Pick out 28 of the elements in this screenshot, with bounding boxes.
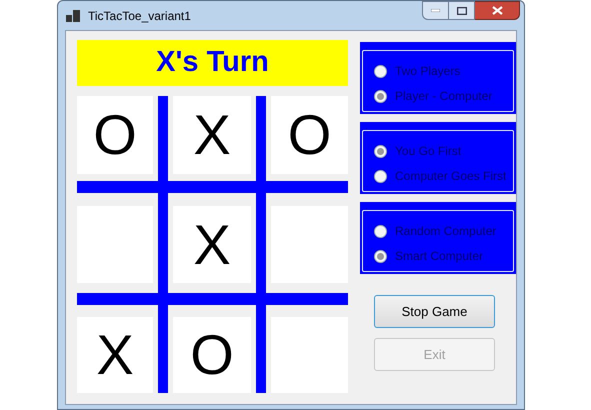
minimize-icon — [431, 9, 440, 12]
radio-button[interactable] — [374, 64, 387, 78]
board-cell[interactable]: O — [77, 96, 153, 174]
maximize-button[interactable] — [449, 1, 475, 20]
option-label: Player - Computer — [395, 88, 492, 105]
app-icon — [66, 10, 80, 22]
minimize-button[interactable] — [422, 1, 449, 20]
option-label: You Go First — [395, 143, 462, 160]
window-title: TicTacToe_variant1 — [88, 8, 191, 24]
close-icon — [492, 6, 502, 15]
board-cell[interactable]: O — [271, 96, 348, 174]
board-cell[interactable]: X — [77, 317, 153, 393]
radio-button[interactable] — [374, 90, 387, 102]
turn-label: X's Turn — [77, 40, 348, 86]
option-label: Random Computer — [395, 223, 496, 240]
option-label: Smart Computer — [395, 248, 484, 265]
close-button[interactable] — [475, 1, 520, 20]
option-label: Two Players — [395, 63, 460, 80]
radio-button[interactable] — [374, 224, 387, 238]
stop-game-button[interactable]: Stop Game — [374, 295, 495, 328]
radio-button[interactable] — [374, 170, 387, 182]
radio-button[interactable] — [374, 144, 387, 158]
maximize-icon — [456, 6, 466, 14]
board-cell[interactable]: X — [173, 96, 251, 174]
board-cell[interactable]: X — [173, 206, 251, 283]
board-cell[interactable]: O — [173, 317, 251, 393]
radio-button[interactable] — [374, 250, 387, 262]
option-label: Computer Goes First — [395, 168, 506, 185]
